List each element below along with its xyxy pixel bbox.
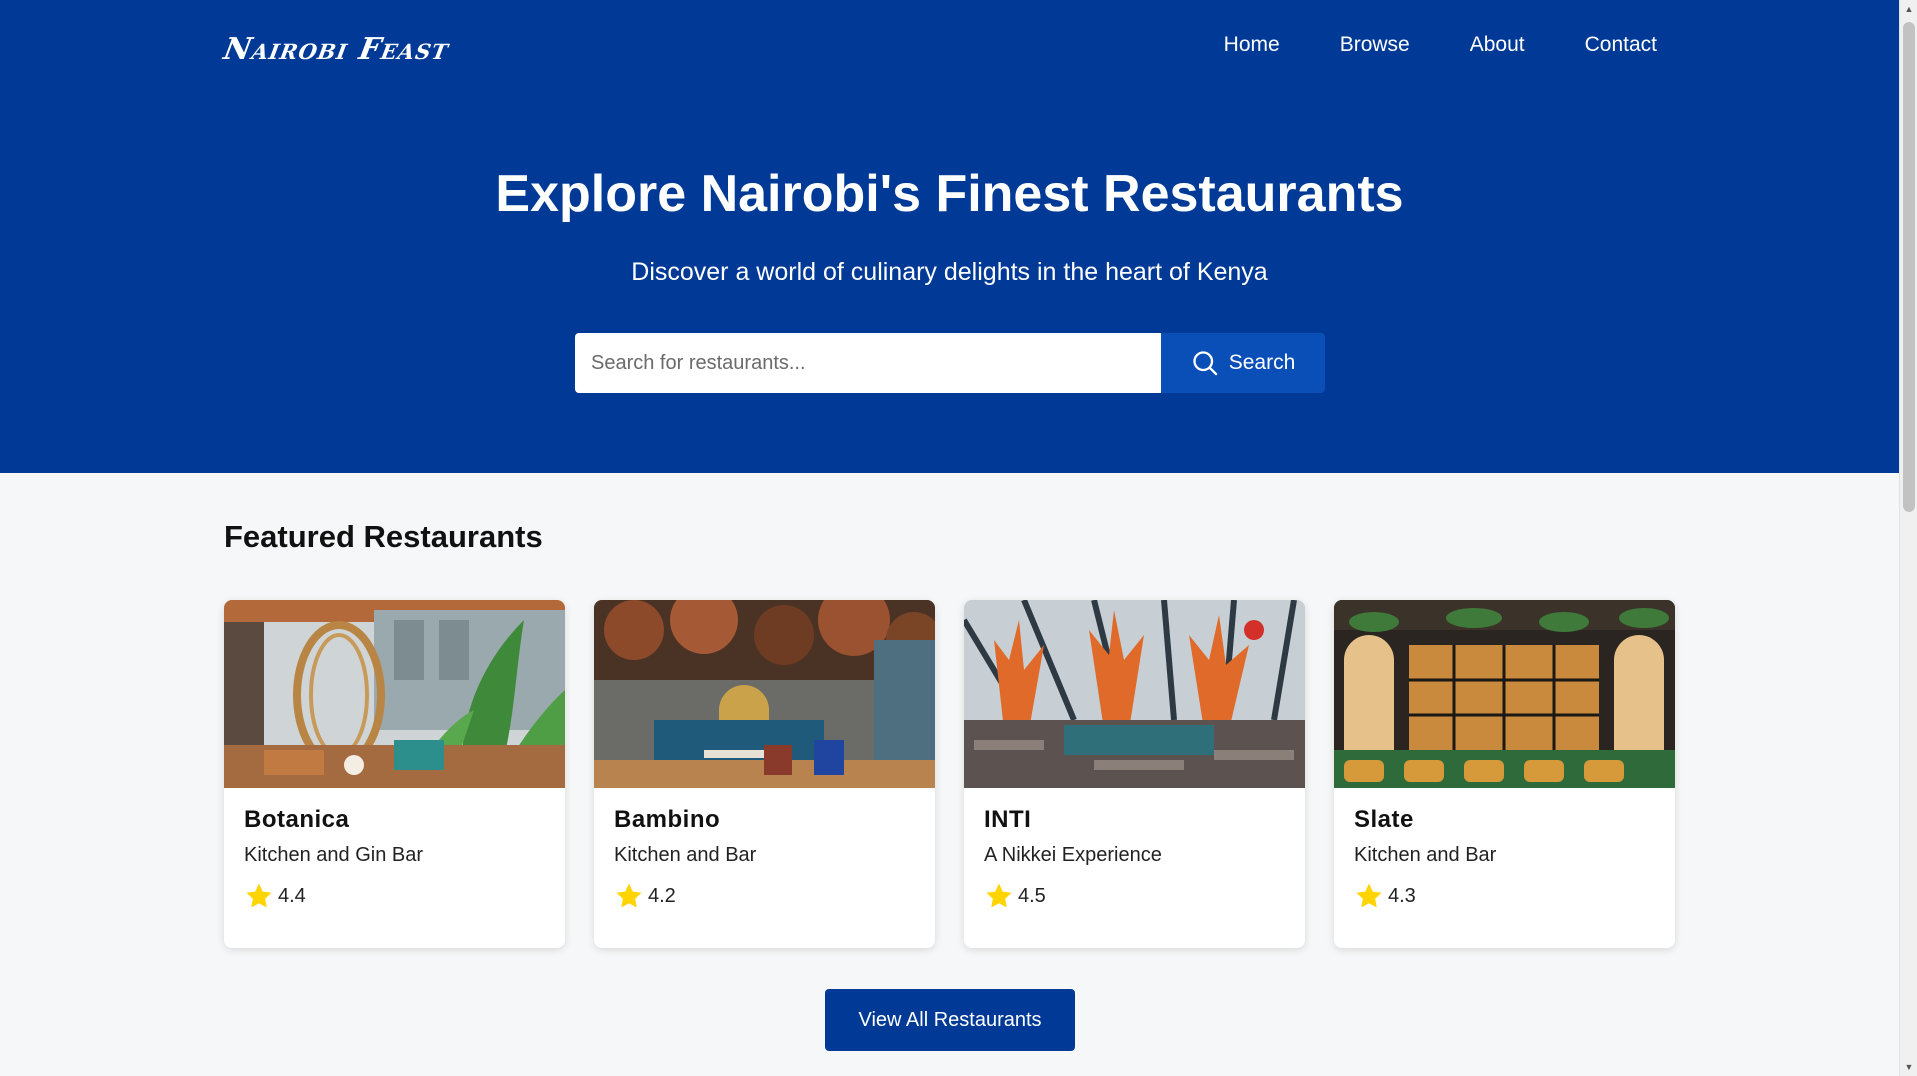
restaurant-photo-botanica [224, 600, 565, 788]
star-icon [616, 883, 642, 908]
scroll-up-arrow-icon[interactable]: ▲ [1900, 0, 1917, 18]
search-input[interactable] [575, 333, 1161, 393]
restaurant-photo-inti [964, 600, 1305, 788]
restaurant-cards: Botanica Kitchen and Gin Bar 4.4 Bambino… [224, 600, 1675, 948]
scroll-down-arrow-icon[interactable]: ▼ [1900, 1058, 1917, 1076]
restaurant-name: Botanica [244, 806, 350, 833]
restaurant-card[interactable]: INTI A Nikkei Experience 4.5 [964, 600, 1305, 948]
rating-value: 4.4 [278, 884, 306, 907]
rating-value: 4.3 [1388, 884, 1416, 907]
site-logo[interactable]: Nairobi Feast [221, 32, 452, 67]
restaurant-name: INTI [984, 806, 1032, 833]
restaurant-name: Bambino [614, 806, 721, 833]
restaurant-photo-bambino [594, 600, 935, 788]
search-button-label: Search [1228, 351, 1296, 374]
page-scrollbar[interactable]: ▲ ▼ [1899, 0, 1917, 1076]
restaurant-description: Kitchen and Gin Bar [244, 844, 423, 866]
nav-about[interactable]: About [1470, 33, 1525, 57]
rating-value: 4.2 [648, 884, 676, 907]
restaurant-description: Kitchen and Bar [1354, 844, 1497, 866]
nav-contact[interactable]: Contact [1585, 33, 1657, 57]
restaurant-name: Slate [1354, 806, 1414, 833]
hero-section: Nairobi Feast Home Browse About Contact … [0, 0, 1899, 473]
star-icon [986, 883, 1012, 908]
main-nav: Home Browse About Contact [1164, 33, 1657, 57]
hero-title: Explore Nairobi's Finest Restaurants [495, 165, 1404, 223]
restaurant-rating: 4.5 [984, 881, 1285, 911]
restaurant-photo-slate [1334, 600, 1675, 788]
restaurant-rating: 4.2 [614, 881, 915, 911]
nav-browse[interactable]: Browse [1340, 33, 1410, 57]
hero-subtitle: Discover a world of culinary delights in… [631, 258, 1268, 286]
restaurant-rating: 4.4 [244, 881, 545, 911]
page: Nairobi Feast Home Browse About Contact … [0, 0, 1899, 1076]
search-icon [1193, 351, 1217, 376]
restaurant-card[interactable]: Slate Kitchen and Bar 4.3 [1334, 600, 1675, 948]
restaurant-rating: 4.3 [1354, 881, 1655, 911]
star-icon [1356, 883, 1382, 908]
restaurant-description: Kitchen and Bar [614, 844, 757, 866]
featured-title: Featured Restaurants [224, 519, 543, 554]
nav-home[interactable]: Home [1224, 33, 1280, 57]
restaurant-card[interactable]: Botanica Kitchen and Gin Bar 4.4 [224, 600, 565, 948]
restaurant-card[interactable]: Bambino Kitchen and Bar 4.2 [594, 600, 935, 948]
restaurant-description: A Nikkei Experience [984, 844, 1162, 866]
view-all-restaurants-button[interactable]: View All Restaurants [825, 989, 1075, 1051]
search-bar: Search [575, 333, 1325, 393]
star-icon [246, 883, 272, 908]
search-button[interactable]: Search [1161, 333, 1325, 393]
scrollbar-thumb[interactable] [1903, 22, 1915, 512]
rating-value: 4.5 [1018, 884, 1046, 907]
